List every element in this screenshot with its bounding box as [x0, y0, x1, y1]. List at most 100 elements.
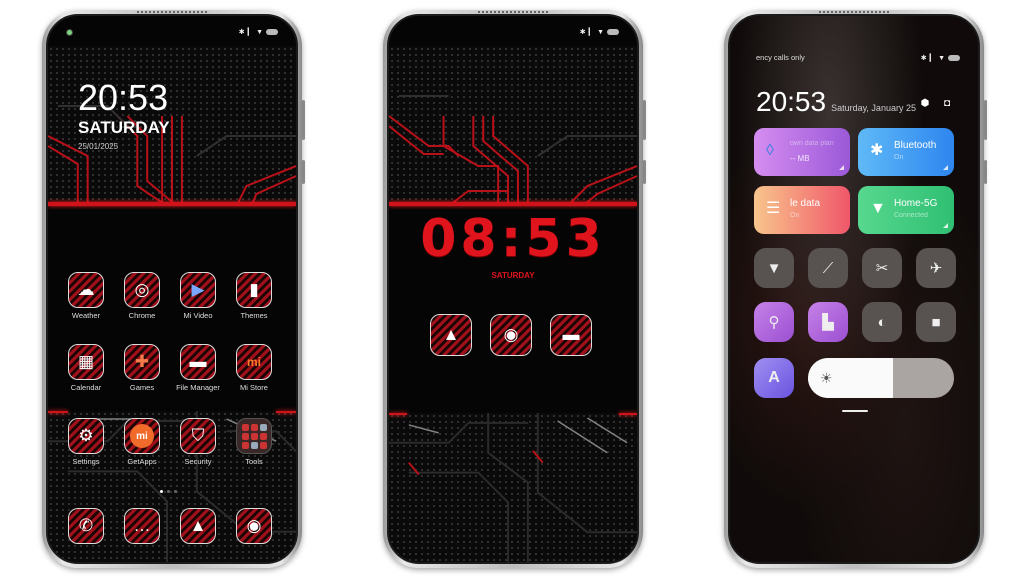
red-accent-mark: [389, 413, 407, 415]
themes-icon: ▮: [236, 272, 272, 308]
dock-gallery[interactable]: ▲: [174, 508, 222, 544]
calendar-icon: ▦: [68, 344, 104, 380]
app-settings[interactable]: ⚙ Settings: [62, 418, 110, 466]
app-themes[interactable]: ▮ Themes: [230, 272, 278, 320]
toggle-airplane[interactable]: ✈: [916, 248, 956, 288]
red-accent-band: [48, 202, 296, 206]
page-dot-active[interactable]: [160, 490, 163, 493]
app-file-manager[interactable]: ▬: [547, 314, 595, 356]
app-label: Themes: [240, 311, 268, 320]
camera-indicator-icon: [66, 28, 73, 36]
bluetooth-icon: ✱: [920, 54, 927, 62]
status-bar: ✱ ▎ ▼: [407, 26, 619, 38]
page-indicator[interactable]: [160, 490, 177, 493]
dock-messages[interactable]: …: [118, 508, 166, 544]
app-label: Calendar: [70, 383, 102, 392]
circuit-wallpaper-top: [389, 46, 637, 206]
auto-brightness-label: A: [768, 369, 780, 386]
sun-icon: ☀: [820, 370, 833, 386]
tile-data-usage[interactable]: ◊ own data plan -- MB: [754, 128, 850, 176]
app-getapps[interactable]: mi GetApps: [118, 418, 166, 466]
circuit-wallpaper-bottom: [389, 413, 637, 562]
app-games[interactable]: ✚ Games: [118, 344, 166, 392]
phone-minimal-home: ✱ ▎ ▼ 08:53 SATURDAY ▲ ◉ ▬: [383, 10, 646, 568]
expand-corner-icon: [943, 223, 948, 228]
folder-icon: ▬: [550, 314, 592, 356]
status-bar: ✱ ▎ ▼: [66, 26, 278, 38]
mobile-data-icon: ☰: [766, 200, 781, 217]
toggle-screen-record[interactable]: ■: [916, 302, 956, 342]
toggle-screen-cast[interactable]: ▙: [808, 302, 848, 342]
page-dot[interactable]: [174, 490, 177, 493]
clock-date: 25/01/2025: [78, 142, 119, 151]
edit-tiles-icon[interactable]: ◘: [942, 99, 952, 109]
clock-time: 08:53: [420, 209, 606, 269]
app-mi-video[interactable]: ▶ Mi Video: [174, 272, 222, 320]
folder-tools[interactable]: Tools: [230, 418, 278, 466]
wifi-icon: ▼: [938, 54, 945, 62]
volume-button: [643, 100, 646, 140]
games-icon: ✚: [124, 344, 160, 380]
auto-brightness-button[interactable]: A: [754, 358, 794, 398]
shield-icon: ⛉: [180, 418, 216, 454]
dock-camera[interactable]: ◉: [230, 508, 278, 544]
app-label: Games: [129, 383, 155, 392]
clock-day: SATURDAY: [491, 271, 535, 280]
app-weather[interactable]: ☁ Weather: [62, 272, 110, 320]
bluetooth-icon: ✱: [870, 142, 884, 159]
signal-icon: ▎: [588, 28, 595, 36]
toggle-location[interactable]: ⚲: [754, 302, 794, 342]
expand-corner-icon: [839, 165, 844, 170]
minimal-home-screen: ✱ ▎ ▼ 08:53 SATURDAY ▲ ◉ ▬: [387, 14, 639, 564]
app-gallery[interactable]: ▲: [427, 314, 475, 356]
phone-control-center: ency calls only ✱ ▎ ▼ 20:53 Saturday, Ja…: [724, 10, 987, 568]
app-file-manager[interactable]: ▬ File Manager: [174, 344, 222, 392]
app-label: GetApps: [127, 457, 157, 466]
weather-icon: ☁: [68, 272, 104, 308]
red-accent-mark: [619, 413, 637, 415]
app-camera[interactable]: ◉: [487, 314, 535, 356]
wifi-icon: ▼: [256, 28, 263, 36]
app-calendar[interactable]: ▦ Calendar: [62, 344, 110, 392]
wifi-icon: ▼: [870, 200, 886, 217]
volume-button: [984, 100, 987, 140]
expand-corner-icon: [943, 165, 948, 170]
dock-phone[interactable]: ✆: [62, 508, 110, 544]
clock-widget[interactable]: 08:53 SATURDAY: [389, 211, 637, 280]
mi-video-icon: ▶: [180, 272, 216, 308]
brightness-slider[interactable]: ☀: [808, 358, 954, 398]
toggle-dark-mode[interactable]: ◐: [862, 302, 902, 342]
app-label: Chrome: [128, 311, 156, 320]
toggle-flashlight[interactable]: ▼: [754, 248, 794, 288]
power-button: [984, 160, 987, 184]
control-center-screen: ency calls only ✱ ▎ ▼ 20:53 Saturday, Ja…: [728, 14, 980, 564]
app-mi-store[interactable]: mi Mi Store: [230, 344, 278, 392]
tools-folder-icon: [236, 418, 272, 454]
app-label: Security: [184, 457, 212, 466]
phone-home-screen: ✱ ▎ ▼ 20:53 SATURDAY 25/01/2025 ☁ Weathe…: [42, 10, 305, 568]
app-security[interactable]: ⛉ Security: [174, 418, 222, 466]
toggle-auto-rotate[interactable]: ⟋: [808, 248, 848, 288]
page-dot[interactable]: [167, 490, 170, 493]
gallery-icon: ▲: [430, 314, 472, 356]
battery-icon: [266, 29, 278, 35]
signal-icon: ▎: [929, 54, 936, 62]
tile-title: le data: [790, 198, 821, 209]
clock-widget[interactable]: 20:53 SATURDAY 25/01/2025: [78, 80, 170, 152]
tile-wifi[interactable]: ▼ Home-5G Connected: [858, 186, 954, 234]
toggle-screenshot[interactable]: ✂: [862, 248, 902, 288]
app-label: File Manager: [176, 383, 220, 392]
settings-icon[interactable]: ⬢: [920, 99, 930, 109]
camera-icon: ◉: [490, 314, 532, 356]
app-label: Settings: [72, 457, 100, 466]
drag-handle[interactable]: [842, 410, 868, 412]
cc-clock: 20:53 Saturday, January 25: [756, 88, 916, 116]
flashlight-icon: ▼: [766, 259, 782, 277]
airplane-icon: ✈: [929, 260, 943, 277]
bluetooth-icon: ✱: [238, 28, 245, 36]
tile-bluetooth[interactable]: ✱ Bluetooth On: [858, 128, 954, 176]
tile-mobile-data[interactable]: ☰ le data On: [754, 186, 850, 234]
phone-icon: ✆: [68, 508, 104, 544]
getapps-logo: mi: [130, 424, 154, 448]
app-chrome[interactable]: ◎ Chrome: [118, 272, 166, 320]
